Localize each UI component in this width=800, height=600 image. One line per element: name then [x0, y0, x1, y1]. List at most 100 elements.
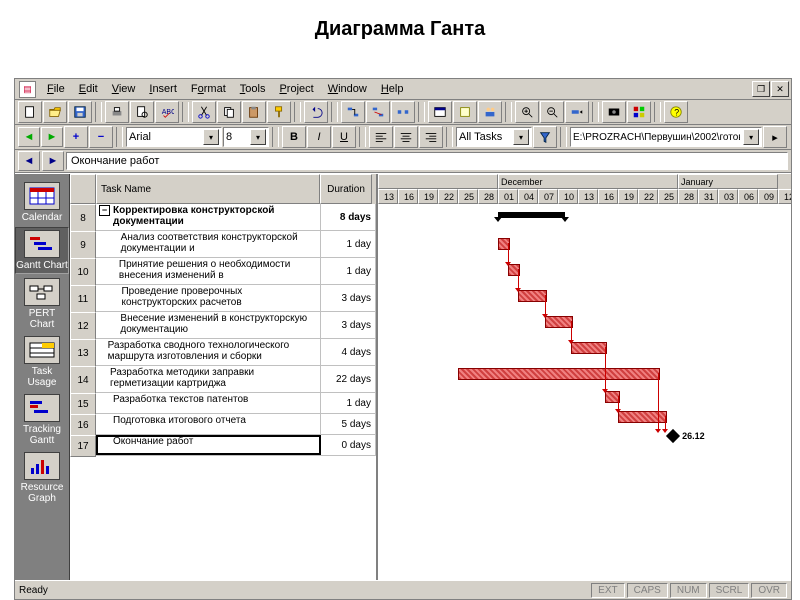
menu-edit[interactable]: Edit [73, 81, 104, 97]
task-bar[interactable] [518, 290, 547, 302]
task-bar[interactable] [571, 342, 606, 354]
table-row[interactable]: 14Разработка методики заправки герметиза… [70, 366, 376, 393]
view-resource[interactable]: Resource Graph [16, 450, 68, 506]
table-row[interactable]: 12Внесение изменений в конструкторскую д… [70, 312, 376, 339]
task-name-cell[interactable]: Окончание работ [96, 435, 321, 455]
align-right-button[interactable] [419, 126, 443, 148]
task-bar[interactable] [618, 411, 667, 423]
column-header-duration[interactable]: Duration [320, 174, 372, 204]
print-button[interactable] [105, 101, 129, 123]
goto-selected-task-button[interactable] [565, 101, 589, 123]
menu-insert[interactable]: Insert [143, 81, 183, 97]
menu-help[interactable]: Help [375, 81, 410, 97]
view-calendar[interactable]: Calendar [16, 180, 68, 225]
collapse-icon[interactable]: − [99, 205, 110, 216]
copy-picture-button[interactable] [602, 101, 626, 123]
cut-button[interactable] [192, 101, 216, 123]
entry-field[interactable]: Окончание работ [66, 152, 788, 170]
task-name-cell[interactable]: −Корректировка конструкторской документа… [96, 204, 321, 230]
row-id[interactable]: 9 [70, 231, 96, 259]
print-preview-button[interactable] [130, 101, 154, 123]
row-id[interactable]: 10 [70, 258, 96, 286]
task-name-cell[interactable]: Внесение изменений в конструкторскую док… [96, 312, 321, 338]
column-header-name[interactable]: Task Name [96, 174, 320, 204]
table-row[interactable]: 17Окончание работ0 days [70, 435, 376, 456]
menu-project[interactable]: Project [273, 81, 319, 97]
select-all-cell[interactable] [70, 174, 96, 204]
view-tracking[interactable]: Tracking Gantt [16, 392, 68, 448]
split-task-button[interactable] [391, 101, 415, 123]
duration-cell[interactable]: 8 days [321, 204, 376, 230]
menu-window[interactable]: Window [322, 81, 373, 97]
task-name-cell[interactable]: Анализ соответствия конструкторской доку… [96, 231, 321, 257]
duration-cell[interactable]: 4 days [321, 339, 376, 365]
underline-button[interactable]: U [332, 126, 356, 148]
file-path-combo[interactable]: E:\PROZRACH\Первушин\2002\готов▾ [570, 127, 762, 147]
task-name-cell[interactable]: Разработка сводного технологического мар… [96, 339, 321, 365]
row-id[interactable]: 14 [70, 366, 96, 394]
table-row[interactable]: 13Разработка сводного технологического м… [70, 339, 376, 366]
assign-resources-button[interactable] [478, 101, 502, 123]
go-button[interactable]: ▸ [763, 126, 787, 148]
row-id[interactable]: 12 [70, 312, 96, 340]
duration-cell[interactable]: 1 day [321, 231, 376, 257]
new-button[interactable] [18, 101, 42, 123]
table-row[interactable]: 9Анализ соответствия конструкторской док… [70, 231, 376, 258]
row-id[interactable]: 16 [70, 414, 96, 436]
show-subtasks-button[interactable]: + [64, 126, 88, 148]
summary-bar[interactable] [498, 212, 565, 218]
hide-subtasks-button[interactable]: − [89, 126, 113, 148]
duration-cell[interactable]: 3 days [321, 312, 376, 338]
duration-cell[interactable]: 5 days [321, 414, 376, 434]
row-id[interactable]: 17 [70, 435, 96, 457]
task-name-cell[interactable]: Разработка текстов патентов [96, 393, 321, 413]
paste-button[interactable] [242, 101, 266, 123]
copy-button[interactable] [217, 101, 241, 123]
row-id[interactable]: 13 [70, 339, 96, 367]
office-links-button[interactable] [627, 101, 651, 123]
prev-button[interactable]: ◄ [18, 151, 40, 171]
outdent-button[interactable]: ◄ [18, 127, 40, 147]
next-button[interactable]: ► [42, 151, 64, 171]
table-row[interactable]: 15Разработка текстов патентов1 day [70, 393, 376, 414]
save-button[interactable] [68, 101, 92, 123]
link-tasks-button[interactable] [341, 101, 365, 123]
open-button[interactable] [43, 101, 67, 123]
duration-cell[interactable]: 1 day [321, 393, 376, 413]
task-name-cell[interactable]: Принятие решения о необходимости внесени… [96, 258, 321, 284]
spelling-button[interactable]: ABC [155, 101, 179, 123]
view-pert[interactable]: PERT Chart [16, 276, 68, 332]
table-row[interactable]: 8−Корректировка конструкторской документ… [70, 204, 376, 231]
duration-cell[interactable]: 3 days [321, 285, 376, 311]
font-combo[interactable]: Arial▾ [126, 127, 222, 147]
view-gantt[interactable]: Gantt Chart [15, 227, 69, 274]
milestone-marker[interactable] [666, 429, 680, 443]
filter-combo[interactable]: All Tasks▾ [456, 127, 532, 147]
task-info-button[interactable] [428, 101, 452, 123]
undo-button[interactable] [304, 101, 328, 123]
menu-tools[interactable]: Tools [234, 81, 272, 97]
zoom-out-button[interactable] [540, 101, 564, 123]
task-name-cell[interactable]: Проведение проверочных конструкторских р… [96, 285, 321, 311]
duration-cell[interactable]: 1 day [321, 258, 376, 284]
font-size-combo[interactable]: 8▾ [223, 127, 269, 147]
gantt-chart[interactable]: DecemberJanuary 131619222528010407101316… [378, 174, 791, 580]
task-bar[interactable] [545, 316, 574, 328]
align-left-button[interactable] [369, 126, 393, 148]
table-row[interactable]: 16Подготовка итогового отчета5 days [70, 414, 376, 435]
table-row[interactable]: 11Проведение проверочных конструкторских… [70, 285, 376, 312]
align-center-button[interactable] [394, 126, 418, 148]
task-name-cell[interactable]: Подготовка итогового отчета [96, 414, 321, 434]
duration-cell[interactable]: 0 days [321, 435, 376, 455]
menu-view[interactable]: View [106, 81, 142, 97]
menu-format[interactable]: Format [185, 81, 232, 97]
menu-file[interactable]: File [41, 81, 71, 97]
table-row[interactable]: 10Принятие решения о необходимости внесе… [70, 258, 376, 285]
row-id[interactable]: 11 [70, 285, 96, 313]
task-notes-button[interactable] [453, 101, 477, 123]
close-button[interactable]: ✕ [771, 81, 789, 97]
indent-button[interactable]: ► [41, 127, 63, 147]
restore-button[interactable]: ❐ [752, 81, 770, 97]
view-taskusage[interactable]: Task Usage [16, 334, 68, 390]
row-id[interactable]: 8 [70, 204, 96, 232]
